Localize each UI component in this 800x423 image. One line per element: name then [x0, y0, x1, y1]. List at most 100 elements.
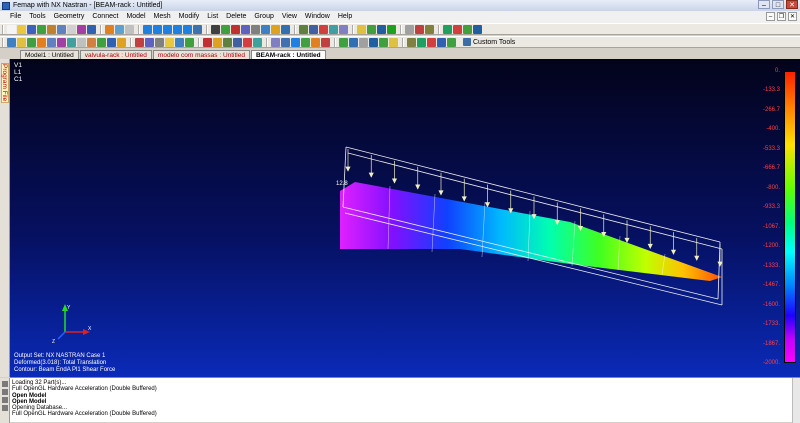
toolbar-button-icon[interactable] [155, 37, 164, 47]
toolbar-button-icon[interactable] [405, 24, 414, 34]
toolbar-button-icon[interactable] [261, 24, 270, 34]
toolbar-button-icon[interactable] [369, 37, 378, 47]
toolbar-button-icon[interactable] [463, 24, 472, 34]
toolbar-button-icon[interactable] [77, 37, 86, 47]
toolbar-button-icon[interactable] [339, 37, 348, 47]
toolbar-button-icon[interactable] [473, 24, 482, 34]
menu-mesh[interactable]: Mesh [150, 11, 175, 23]
toolbar-button-icon[interactable] [185, 37, 194, 47]
doc-restore-icon[interactable]: ❐ [777, 12, 786, 21]
toolbar-button-icon[interactable] [407, 37, 416, 47]
toolbar-button-icon[interactable] [241, 24, 250, 34]
toolbar-button-icon[interactable] [379, 37, 388, 47]
toolbar-button-icon[interactable] [417, 37, 426, 47]
toolbar-button-icon[interactable] [377, 24, 386, 34]
toolbar-button-icon[interactable] [47, 24, 56, 34]
toolbar-button-icon[interactable] [443, 24, 452, 34]
toolbar-button-icon[interactable] [175, 37, 184, 47]
doc-close-icon[interactable]: ✕ [788, 12, 797, 21]
toolbar-button-icon[interactable] [223, 37, 232, 47]
menu-file[interactable]: File [6, 11, 25, 23]
femap-app-icon[interactable] [2, 1, 10, 10]
close-icon[interactable]: ✕ [786, 0, 798, 9]
toolbar-button-icon[interactable] [163, 24, 172, 34]
menu-help[interactable]: Help [334, 11, 356, 23]
toolbar-button-icon[interactable] [47, 37, 56, 47]
toolbar-button-icon[interactable] [427, 37, 436, 47]
toolbar-button-icon[interactable] [389, 37, 398, 47]
toolbar-button-icon[interactable] [415, 24, 424, 34]
program-file-tab[interactable]: Program File [1, 63, 9, 103]
toolbar-button-icon[interactable] [77, 24, 86, 34]
menu-model[interactable]: Model [122, 11, 149, 23]
doc-minimize-icon[interactable]: – [766, 12, 775, 21]
toolbar-button-icon[interactable] [213, 37, 222, 47]
toolbar-button-icon[interactable] [57, 37, 66, 47]
toolbar-button-icon[interactable] [173, 24, 182, 34]
messages-copy-icon[interactable] [1, 389, 8, 395]
menu-tools[interactable]: Tools [25, 11, 49, 23]
menu-view[interactable]: View [278, 11, 301, 23]
toolbar-button-icon[interactable] [145, 37, 154, 47]
graphics-viewport[interactable]: V1 L1 C1 12.8 Y X Z Output Set: NX NASTR… [10, 59, 800, 377]
minimize-icon[interactable]: – [758, 0, 770, 9]
toolbar-button-icon[interactable] [117, 37, 126, 47]
toolbar-button-icon[interactable] [231, 24, 240, 34]
toolbar-button-icon[interactable] [271, 37, 280, 47]
toolbar-button-icon[interactable] [135, 37, 144, 47]
toolbar-button-icon[interactable] [319, 24, 328, 34]
toolbar-button-icon[interactable] [193, 24, 202, 34]
toolbar-button-icon[interactable] [367, 24, 376, 34]
toolbar-button-icon[interactable] [87, 24, 96, 34]
toolbar-button-icon[interactable] [125, 24, 134, 34]
toolbar-button-icon[interactable] [233, 37, 242, 47]
toolbar-button-icon[interactable] [87, 37, 96, 47]
toolbar-button-icon[interactable] [447, 37, 456, 47]
toolbar-button-icon[interactable] [165, 37, 174, 47]
toolbar-button-icon[interactable] [153, 24, 162, 34]
toolbar-button-icon[interactable] [115, 24, 124, 34]
toolbar-button-icon[interactable] [453, 24, 462, 34]
messages-clear-icon[interactable] [1, 381, 8, 387]
toolbar-button-icon[interactable] [311, 37, 320, 47]
custom-tools-button[interactable]: Custom Tools [460, 38, 518, 46]
toolbar-button-icon[interactable] [301, 37, 310, 47]
toolbar-button-icon[interactable] [37, 37, 46, 47]
toolbar-button-icon[interactable] [299, 24, 308, 34]
menu-group[interactable]: Group [250, 11, 277, 23]
model-tab[interactable]: Model1 : Untitled [20, 50, 79, 59]
toolbar-button-icon[interactable] [17, 37, 26, 47]
menu-list[interactable]: List [203, 11, 222, 23]
toolbar-button-icon[interactable] [251, 24, 260, 34]
toolbar-button-icon[interactable] [27, 24, 36, 34]
toolbar-button-icon[interactable] [57, 24, 66, 34]
toolbar-button-icon[interactable] [387, 24, 396, 34]
model-tab[interactable]: valvula-rack : Untitled [79, 50, 152, 59]
toolbar-button-icon[interactable] [281, 24, 290, 34]
toolbar-button-icon[interactable] [107, 37, 116, 47]
toolbar-button-icon[interactable] [67, 24, 76, 34]
toolbar-button-icon[interactable] [37, 24, 46, 34]
toolbar-button-icon[interactable] [211, 24, 220, 34]
toolbar-button-icon[interactable] [105, 24, 114, 34]
toolbar-button-icon[interactable] [349, 37, 358, 47]
toolbar-button-icon[interactable] [27, 37, 36, 47]
messages-options-icon[interactable] [1, 405, 8, 411]
toolbar-button-icon[interactable] [271, 24, 280, 34]
toolbar-button-icon[interactable] [67, 37, 76, 47]
toolbar-button-icon[interactable] [291, 37, 300, 47]
toolbar-button-icon[interactable] [339, 24, 348, 34]
toolbar-button-icon[interactable] [203, 37, 212, 47]
toolbar-button-icon[interactable] [281, 37, 290, 47]
toolbar-button-icon[interactable] [425, 24, 434, 34]
model-tab[interactable]: modelo com massas : Untitled [152, 50, 250, 59]
menu-modify[interactable]: Modify [175, 11, 204, 23]
toolbar-button-icon[interactable] [183, 24, 192, 34]
menu-delete[interactable]: Delete [222, 11, 250, 23]
toolbar-button-icon[interactable] [329, 24, 338, 34]
messages-scrollbar[interactable] [792, 378, 800, 423]
toolbar-button-icon[interactable] [359, 37, 368, 47]
toolbar-button-icon[interactable] [97, 37, 106, 47]
menu-geometry[interactable]: Geometry [50, 11, 89, 23]
menu-connect[interactable]: Connect [88, 11, 122, 23]
